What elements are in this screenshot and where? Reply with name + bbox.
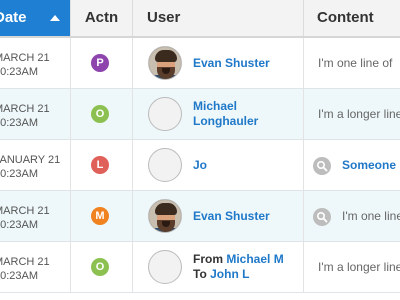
user-link[interactable]: Jo <box>193 158 207 173</box>
date-time: 10:23AM <box>0 219 39 231</box>
column-divider <box>303 89 304 139</box>
column-divider <box>70 242 71 292</box>
content-text: I'm a longer line <box>318 107 400 121</box>
to-user-link[interactable]: John L <box>210 267 249 281</box>
date-day: MARCH 21 <box>0 103 50 115</box>
avatar-placeholder[interactable] <box>148 250 182 284</box>
column-header-user[interactable]: User <box>132 0 303 36</box>
date-time: 10:23AM <box>0 168 39 180</box>
column-divider <box>303 242 304 292</box>
action-badge: L <box>91 156 109 174</box>
avatar-placeholder[interactable] <box>148 97 182 131</box>
date-cell: MARCH 21 10:23AM <box>0 51 70 79</box>
date-time: 10:23AM <box>0 66 39 78</box>
table-row[interactable]: MARCH 21 10:23AM O Michael Longhauler I'… <box>0 89 400 140</box>
column-divider <box>132 191 133 241</box>
user-link[interactable]: Evan Shuster <box>193 56 270 71</box>
user-name-first: Michael <box>193 99 238 113</box>
column-divider <box>132 38 133 88</box>
column-divider <box>303 38 304 88</box>
sort-ascending-icon <box>50 15 60 21</box>
table-row[interactable]: MARCH 21 10:23AM P Evan Shuster I'm one … <box>0 38 400 89</box>
date-cell: MARCH 21 10:23AM <box>0 204 70 232</box>
column-divider <box>132 89 133 139</box>
user-name-last: Longhauler <box>193 114 259 128</box>
action-badge: P <box>91 54 109 72</box>
search-icon[interactable] <box>313 157 331 175</box>
date-cell: MARCH 21 10:23AM <box>0 255 70 283</box>
table-row[interactable]: MARCH 21 10:23AM O From Michael M To Joh… <box>0 242 400 293</box>
column-header-date[interactable]: Date <box>0 0 70 36</box>
user-link[interactable]: Michael Longhauler <box>193 99 258 129</box>
date-cell: JANUARY 21 10:23AM <box>0 153 70 181</box>
content-text: I'm one line <box>342 209 400 223</box>
transfer-users: From Michael M To John L <box>193 252 284 282</box>
action-badge: M <box>91 207 109 225</box>
column-header-content[interactable]: Content <box>303 0 400 36</box>
column-divider <box>70 191 71 241</box>
content-link[interactable]: Someone <box>342 158 396 173</box>
column-divider <box>70 140 71 190</box>
content-text: I'm a longer line <box>318 260 400 274</box>
table-header: Date Actn User Content <box>0 0 400 38</box>
from-label: From <box>193 252 223 266</box>
avatar-placeholder[interactable] <box>148 148 182 182</box>
column-divider <box>70 38 71 88</box>
from-user-link[interactable]: Michael M <box>226 252 283 266</box>
content-text: I'm one line of <box>318 56 393 70</box>
column-divider <box>132 140 133 190</box>
table-row[interactable]: MARCH 21 10:23AM M Evan Shuster I'm one … <box>0 191 400 242</box>
column-divider <box>303 140 304 190</box>
column-header-actn[interactable]: Actn <box>70 0 132 36</box>
avatar[interactable] <box>148 199 182 233</box>
action-badge: O <box>91 258 109 276</box>
search-icon[interactable] <box>313 208 331 226</box>
action-badge: O <box>91 105 109 123</box>
column-divider <box>70 89 71 139</box>
avatar[interactable] <box>148 46 182 80</box>
table-row[interactable]: JANUARY 21 10:23AM L Jo Someone <box>0 140 400 191</box>
date-day: MARCH 21 <box>0 52 50 64</box>
to-label: To <box>193 267 207 281</box>
column-header-date-label: Date <box>0 9 27 26</box>
date-day: MARCH 21 <box>0 205 50 217</box>
column-divider <box>303 191 304 241</box>
activity-table: Date Actn User Content MARCH 21 10:23AM … <box>0 0 400 300</box>
date-day: MARCH 21 <box>0 256 50 268</box>
date-cell: MARCH 21 10:23AM <box>0 102 70 130</box>
date-time: 10:23AM <box>0 117 39 129</box>
user-link[interactable]: Evan Shuster <box>193 209 270 224</box>
column-divider <box>132 242 133 292</box>
date-day: JANUARY 21 <box>0 154 61 166</box>
date-time: 10:23AM <box>0 270 39 282</box>
